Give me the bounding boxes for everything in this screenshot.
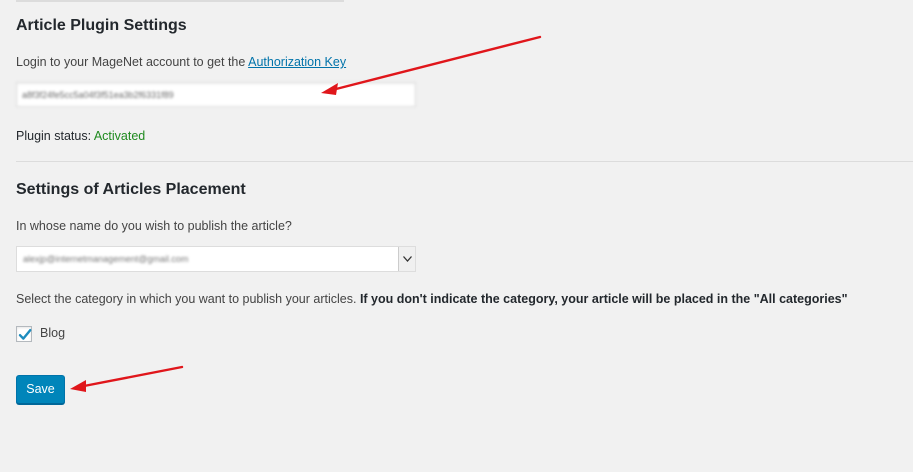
category-note: If you don't indicate the category, your… [359, 292, 848, 306]
plugin-status-label: Plugin status: [16, 129, 94, 143]
annotation-arrows [70, 35, 542, 392]
author-question: In whose name do you wish to publish the… [16, 219, 292, 233]
top-divider [16, 0, 344, 2]
checkmark-icon [18, 329, 32, 340]
author-selected-value: alexjp@internetmanagement@gmail.com [23, 254, 189, 264]
save-button[interactable]: Save [16, 375, 65, 404]
plugin-settings-heading: Article Plugin Settings [16, 17, 187, 34]
blog-checkbox-label[interactable]: Blog [40, 326, 65, 340]
chevron-down-icon[interactable] [398, 247, 415, 271]
category-prompt: Select the category in which you want to… [16, 292, 360, 306]
placement-settings-heading: Settings of Articles Placement [16, 181, 246, 198]
category-instructions: Select the category in which you want to… [16, 292, 848, 306]
login-instructions: Login to your MageNet account to get the… [16, 55, 346, 69]
login-instructions-text: Login to your MageNet account to get the [16, 55, 249, 69]
blog-checkbox[interactable] [16, 326, 32, 342]
author-select[interactable]: alexjp@internetmanagement@gmail.com [16, 246, 416, 272]
settings-page: Article Plugin Settings Login to your Ma… [0, 0, 913, 472]
authorization-key-input[interactable] [16, 82, 416, 107]
plugin-status-value: Activated [93, 129, 146, 143]
authorization-key-link[interactable]: Authorization Key [248, 55, 346, 69]
plugin-status: Plugin status: Activated [16, 129, 145, 143]
section-divider [16, 161, 913, 162]
annotation-arrow-save-button [70, 365, 184, 392]
